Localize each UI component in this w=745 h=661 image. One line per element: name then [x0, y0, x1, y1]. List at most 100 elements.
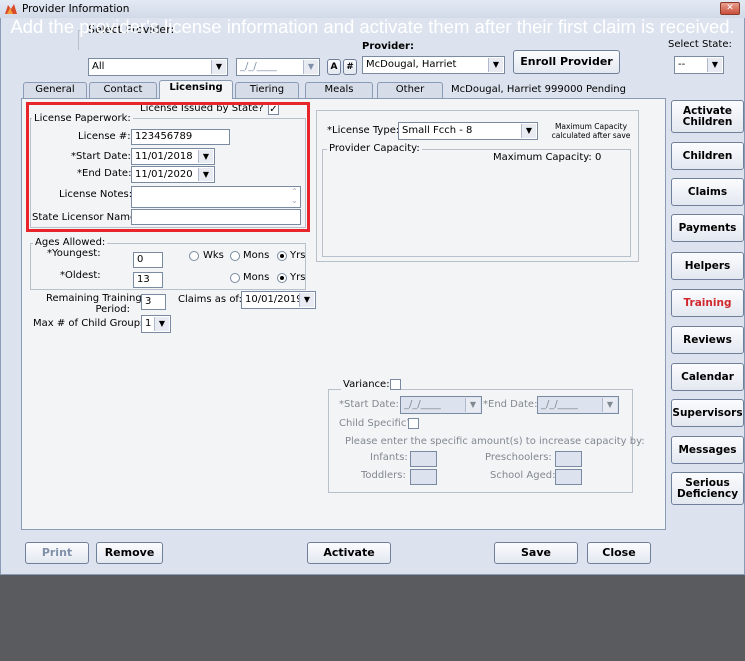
- youngest-yrs-label: Yrs: [290, 250, 306, 261]
- provider-capacity-group: [322, 149, 631, 257]
- youngest-wks-label: Wks: [203, 250, 224, 261]
- provider-capacity-title: Provider Capacity:: [327, 143, 422, 154]
- child-specific-checkbox[interactable]: [408, 418, 419, 429]
- children-button[interactable]: Children: [671, 142, 744, 170]
- state-select-value: --: [678, 59, 686, 70]
- date-filter-value: _/_/____: [240, 61, 277, 72]
- remaining-training-label: Remaining Training Period:: [46, 293, 142, 315]
- youngest-wks-radio[interactable]: [189, 251, 199, 261]
- toddlers-label: Toddlers:: [361, 470, 406, 481]
- tab-general[interactable]: General: [23, 82, 87, 98]
- license-type-select[interactable]: Small Fcch - 8 ▼: [398, 122, 538, 140]
- training-button[interactable]: Training: [671, 289, 744, 317]
- youngest-yrs-radio[interactable]: [277, 251, 287, 261]
- max-capacity-note: Maximum Capacity calculated after save: [549, 122, 633, 140]
- max-capacity-note-line2: calculated after save: [551, 131, 631, 140]
- chevron-down-icon: ▼: [707, 58, 722, 72]
- tab-licensing[interactable]: Licensing: [159, 80, 233, 99]
- variance-title: Variance:: [341, 379, 392, 390]
- calendar-button-label: Calendar: [681, 370, 734, 383]
- youngest-mons-radio[interactable]: [230, 251, 240, 261]
- provider-status-text: McDougal, Harriet 999000 Pending: [451, 84, 626, 95]
- infants-input[interactable]: [410, 451, 437, 467]
- remaining-training-line1: Remaining Training: [46, 293, 142, 304]
- tab-tiering[interactable]: Tiering: [235, 82, 299, 98]
- chevron-down-icon: ▼: [211, 60, 226, 74]
- provider-filter-select[interactable]: All ▼: [88, 58, 228, 76]
- print-button[interactable]: Print: [25, 542, 89, 564]
- oldest-label: *Oldest:: [60, 270, 101, 281]
- tab-other[interactable]: Other: [377, 82, 443, 98]
- claims-as-of-select[interactable]: 10/01/2019 ▼: [241, 291, 316, 309]
- training-button-label: Training: [683, 296, 732, 309]
- max-child-groups-label: Max # of Child Groups: [33, 318, 146, 329]
- youngest-input[interactable]: 0: [133, 252, 163, 268]
- variance-start-select[interactable]: _/_/____ ▼: [400, 396, 482, 414]
- claims-as-of-label: Claims as of:: [178, 294, 242, 305]
- messages-button-label: Messages: [678, 443, 737, 456]
- claims-button-label: Claims: [687, 185, 728, 198]
- close-button[interactable]: Close: [587, 542, 651, 564]
- chevron-down-icon: ▼: [303, 60, 318, 74]
- claims-as-of-value: 10/01/2019: [245, 294, 303, 305]
- caption-text: Add the provider's license information a…: [10, 16, 735, 37]
- chevron-down-icon: ▼: [154, 317, 169, 331]
- children-button-label: Children: [682, 149, 733, 162]
- helpers-button[interactable]: Helpers: [671, 252, 744, 280]
- school-aged-input[interactable]: [555, 469, 582, 485]
- variance-end-select[interactable]: _/_/____ ▼: [537, 396, 619, 414]
- state-select[interactable]: -- ▼: [674, 56, 724, 74]
- child-specific-label: Child Specific?: [339, 418, 412, 429]
- youngest-mons-label: Mons: [243, 250, 270, 261]
- remaining-training-input[interactable]: 3: [141, 294, 166, 310]
- chevron-down-icon: ▼: [602, 398, 617, 412]
- supervisors-button[interactable]: Supervisors: [671, 399, 744, 427]
- chevron-down-icon: ▼: [488, 58, 503, 72]
- sort-alpha-button[interactable]: A: [327, 59, 341, 75]
- oldest-mons-label: Mons: [243, 272, 270, 283]
- tab-contact[interactable]: Contact: [89, 82, 157, 98]
- max-capacity-note-line1: Maximum Capacity: [554, 122, 628, 131]
- activate-button[interactable]: Activate: [307, 542, 391, 564]
- claims-button[interactable]: Claims: [671, 178, 744, 206]
- variance-end-value: _/_/____: [541, 399, 578, 410]
- supervisors-button-label: Supervisors: [672, 406, 743, 419]
- license-type-value: Small Fcch - 8: [402, 125, 473, 136]
- caption-bar: [0, 575, 745, 661]
- license-type-label: *License Type:: [327, 125, 400, 136]
- provider-select[interactable]: McDougal, Harriet ▼: [362, 56, 505, 74]
- max-capacity-text: Maximum Capacity: 0: [493, 152, 602, 163]
- payments-button[interactable]: Payments: [671, 214, 744, 242]
- date-filter-select[interactable]: _/_/____ ▼: [236, 58, 320, 76]
- variance-end-label: *End Date:: [483, 399, 538, 410]
- chevron-down-icon: ▼: [465, 398, 480, 412]
- oldest-yrs-radio[interactable]: [277, 273, 287, 283]
- chevron-down-icon: ▼: [521, 124, 536, 138]
- school-aged-label: School Aged:: [490, 470, 556, 481]
- activate-children-button[interactable]: Activate Children: [671, 100, 744, 133]
- max-child-groups-select[interactable]: 1 ▼: [141, 315, 171, 333]
- save-button[interactable]: Save: [494, 542, 578, 564]
- payments-button-label: Payments: [678, 221, 737, 234]
- enroll-provider-button[interactable]: Enroll Provider: [513, 50, 620, 74]
- variance-instructions: Please enter the specific amount(s) to i…: [345, 436, 645, 447]
- variance-checkbox[interactable]: [390, 379, 401, 390]
- toddlers-input[interactable]: [410, 469, 437, 485]
- reviews-button-label: Reviews: [683, 333, 732, 346]
- calendar-button[interactable]: Calendar: [671, 363, 744, 391]
- remove-button[interactable]: Remove: [96, 542, 163, 564]
- serious-deficiency-button[interactable]: Serious Deficiency: [671, 472, 744, 505]
- tab-meals[interactable]: Meals: [305, 82, 373, 98]
- messages-button[interactable]: Messages: [671, 436, 744, 464]
- oldest-mons-radio[interactable]: [230, 273, 240, 283]
- preschoolers-label: Preschoolers:: [485, 452, 552, 463]
- reviews-button[interactable]: Reviews: [671, 326, 744, 354]
- oldest-input[interactable]: 13: [133, 272, 163, 288]
- activate-children-button-label: Activate Children: [682, 104, 733, 128]
- max-child-groups-value: 1: [145, 318, 152, 329]
- remaining-training-line2: Period:: [95, 304, 130, 315]
- preschoolers-input[interactable]: [555, 451, 582, 467]
- sort-number-button[interactable]: #: [343, 59, 357, 75]
- helpers-button-label: Helpers: [684, 259, 731, 272]
- youngest-label: *Youngest:: [47, 248, 101, 259]
